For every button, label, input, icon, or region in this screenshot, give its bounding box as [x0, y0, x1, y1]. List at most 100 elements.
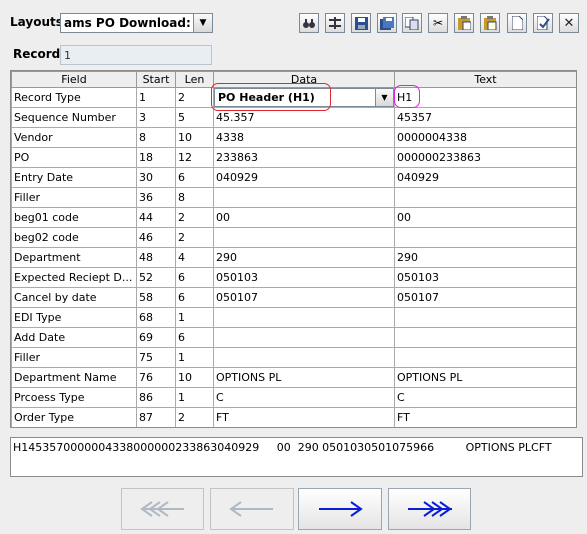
cell-len: 1	[175, 307, 214, 328]
cell-data[interactable]: 00	[213, 207, 395, 228]
cell-text[interactable]: H1	[394, 87, 576, 108]
cell-text[interactable]: 0000004338	[394, 127, 576, 148]
cell-len: 8	[175, 187, 214, 208]
table-row[interactable]: Filler 36 8	[11, 187, 576, 208]
cell-field: Filler	[11, 347, 137, 368]
cell-data[interactable]	[213, 327, 395, 348]
column-header-text[interactable]: Text	[394, 71, 576, 88]
cell-data[interactable]: 4338	[213, 127, 395, 148]
save-button[interactable]	[351, 13, 371, 33]
columns-button[interactable]	[325, 13, 345, 33]
cell-data[interactable]: 233863	[213, 147, 395, 168]
table-row[interactable]: EDI Type 68 1	[11, 307, 576, 328]
table-row[interactable]: Cancel by date 58 6 050107 050107	[11, 287, 576, 308]
paste-prior-icon	[483, 16, 496, 30]
cell-start: 87	[136, 407, 176, 427]
table-row[interactable]: Entry Date 30 6 040929 040929	[11, 167, 576, 188]
cell-text[interactable]: C	[394, 387, 576, 408]
cell-field: Record Type	[11, 87, 137, 108]
column-header-start[interactable]: Start	[136, 71, 176, 88]
cell-len: 1	[175, 387, 214, 408]
cell-field: Department Name	[11, 367, 137, 388]
table-row[interactable]: beg02 code 46 2	[11, 227, 576, 248]
cell-text[interactable]: 290	[394, 247, 576, 268]
chevron-down-icon[interactable]: ▼	[193, 14, 212, 32]
cell-text[interactable]: 45357	[394, 107, 576, 128]
last-icon	[407, 501, 452, 517]
table-row[interactable]: Department Name 76 10 OPTIONS PL OPTIONS PL	[11, 367, 576, 388]
paste-button[interactable]	[454, 13, 474, 33]
cell-data[interactable]: 050103	[213, 267, 395, 288]
cell-data[interactable]	[213, 347, 395, 368]
save-as-button[interactable]	[377, 13, 397, 33]
cell-text[interactable]: 00	[394, 207, 576, 228]
cell-len: 5	[175, 107, 214, 128]
cell-text[interactable]: 040929	[394, 167, 576, 188]
next-icon	[319, 501, 363, 517]
cell-data[interactable]: 290	[213, 247, 395, 268]
column-header-len[interactable]: Len	[175, 71, 214, 88]
layouts-select[interactable]: ams PO Download: H... ▼	[60, 13, 213, 33]
edit-button[interactable]	[533, 13, 553, 33]
cell-text[interactable]	[394, 187, 576, 208]
fields-table: Field Start Len Data Text Record Type 1 2 P…	[11, 71, 576, 427]
cell-start: 46	[136, 227, 176, 248]
first-record-button[interactable]	[121, 488, 204, 530]
cell-text[interactable]	[394, 227, 576, 248]
table-row[interactable]: Department 48 4 290 290	[11, 247, 576, 268]
raw-line-text-area[interactable]: H1453570000004338000000233863040929 00 2…	[10, 437, 583, 477]
cell-text[interactable]	[394, 347, 576, 368]
cell-data[interactable]: OPTIONS PL	[213, 367, 395, 388]
paste-prior-button[interactable]	[480, 13, 500, 33]
cell-len: 10	[175, 367, 214, 388]
cell-len: 12	[175, 147, 214, 168]
find-button[interactable]	[299, 13, 319, 33]
cell-data[interactable]	[213, 227, 395, 248]
save-icon	[354, 16, 368, 30]
column-header-field[interactable]: Field	[11, 71, 137, 88]
cell-text[interactable]: 050103	[394, 267, 576, 288]
cell-text[interactable]	[394, 327, 576, 348]
cell-data[interactable]	[213, 307, 395, 328]
cell-data[interactable]: C	[213, 387, 395, 408]
cell-field: Cancel by date	[11, 287, 137, 308]
table-row[interactable]: Add Date 69 6	[11, 327, 576, 348]
table-row[interactable]: PO 18 12 233863 000000233863	[11, 147, 576, 168]
table-row[interactable]: Vendor 8 10 4338 0000004338	[11, 127, 576, 148]
record-number-field[interactable]: 1	[60, 45, 212, 65]
cell-start: 58	[136, 287, 176, 308]
cut-button[interactable]: ✂	[428, 13, 448, 33]
cell-data[interactable]: 040929	[213, 167, 395, 188]
cell-data[interactable]: FT	[213, 407, 395, 427]
cell-text[interactable]: OPTIONS PL	[394, 367, 576, 388]
cell-field: Order Type	[11, 407, 137, 427]
cell-data[interactable]: 050107	[213, 287, 395, 308]
cell-start: 86	[136, 387, 176, 408]
table-row[interactable]: Order Type 87 2 FT FT	[11, 407, 576, 427]
copy-icon	[405, 16, 419, 30]
table-row[interactable]: Filler 75 1	[11, 347, 576, 368]
cell-start: 3	[136, 107, 176, 128]
cell-start: 8	[136, 127, 176, 148]
copy-button[interactable]	[402, 13, 422, 33]
previous-record-button[interactable]	[210, 488, 294, 530]
table-row[interactable]: Expected Reciept D... 52 6 050103 050103	[11, 267, 576, 288]
record-grid[interactable]: Field Start Len Data Text Record Type 1 2 P…	[10, 70, 577, 428]
cell-text[interactable]: FT	[394, 407, 576, 427]
cell-field: EDI Type	[11, 307, 137, 328]
close-button[interactable]: ✕	[559, 13, 579, 33]
next-record-button[interactable]	[298, 488, 382, 530]
cell-len: 2	[175, 407, 214, 427]
cell-start: 30	[136, 167, 176, 188]
table-row[interactable]: Prcoess Type 86 1 C C	[11, 387, 576, 408]
cell-text[interactable]: 000000233863	[394, 147, 576, 168]
cell-text[interactable]	[394, 307, 576, 328]
table-row[interactable]: beg01 code 44 2 00 00	[11, 207, 576, 228]
cell-len: 6	[175, 327, 214, 348]
chevron-down-icon[interactable]: ▼	[375, 89, 393, 106]
cell-text[interactable]: 050107	[394, 287, 576, 308]
cell-data[interactable]	[213, 187, 395, 208]
new-button[interactable]	[507, 13, 527, 33]
table-body: Record Type 1 2 PO Header (H1) ▼ H1 Sequence N…	[11, 87, 576, 427]
last-record-button[interactable]	[388, 488, 471, 530]
